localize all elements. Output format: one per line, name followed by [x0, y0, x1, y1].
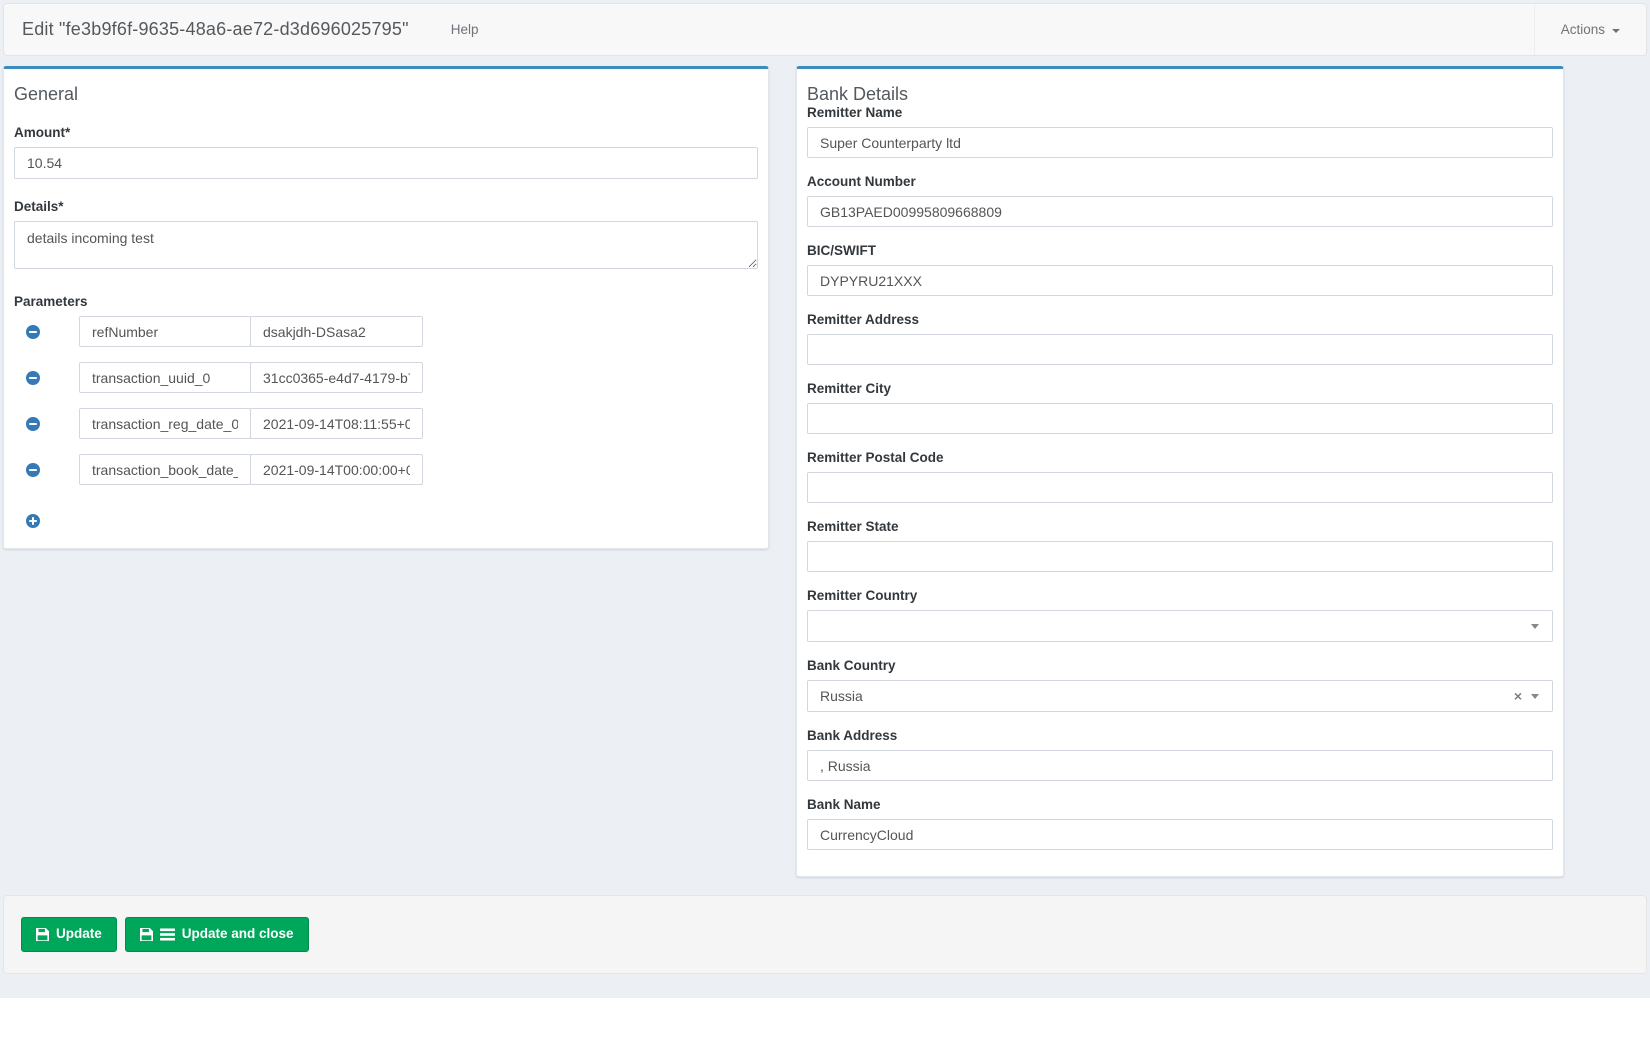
remitter-name-label: Remitter Name	[807, 105, 1553, 120]
parameter-key-input[interactable]	[79, 408, 251, 439]
update-and-close-button-label: Update and close	[182, 925, 294, 944]
remitter-postal-code-field: Remitter Postal Code	[807, 450, 1553, 503]
minus-circle-icon	[26, 419, 40, 434]
remitter-postal-code-input[interactable]	[807, 472, 1553, 503]
remove-parameter-button[interactable]	[26, 417, 40, 431]
save-icon	[36, 928, 49, 941]
bank-address-label: Bank Address	[807, 728, 1553, 743]
add-parameter-button[interactable]	[26, 514, 40, 528]
parameter-value-input[interactable]	[250, 408, 423, 439]
content-wrapper: Edit "fe3b9f6f-9635-48a6-ae72-d3d6960257…	[0, 0, 1650, 998]
account-number-input[interactable]	[807, 196, 1553, 227]
bank-details-panel: Bank Details Remitter Name Account Numbe…	[796, 66, 1564, 877]
bank-name-input[interactable]	[807, 819, 1553, 850]
remitter-city-field: Remitter City	[807, 381, 1553, 434]
update-and-close-button[interactable]: Update and close	[125, 917, 309, 952]
bank-address-field: Bank Address	[807, 728, 1553, 781]
save-icon	[140, 928, 153, 941]
details-label: Details*	[14, 199, 758, 214]
bank-country-label: Bank Country	[807, 658, 1553, 673]
bic-swift-input[interactable]	[807, 265, 1553, 296]
bank-address-input[interactable]	[807, 750, 1553, 781]
update-button[interactable]: Update	[21, 917, 117, 952]
caret-down-icon	[1531, 624, 1539, 629]
bank-details-panel-title: Bank Details	[807, 84, 1553, 105]
general-panel-title: General	[14, 84, 758, 105]
actions-label: Actions	[1561, 22, 1605, 37]
remitter-city-input[interactable]	[807, 403, 1553, 434]
details-textarea[interactable]	[14, 221, 758, 269]
parameter-key-input[interactable]	[79, 316, 251, 347]
remitter-state-input[interactable]	[807, 541, 1553, 572]
minus-circle-icon	[26, 465, 40, 480]
list-icon	[160, 928, 175, 941]
remitter-address-input[interactable]	[807, 334, 1553, 365]
remove-parameter-button[interactable]	[26, 371, 40, 385]
caret-down-icon	[1612, 29, 1620, 33]
minus-circle-icon	[26, 373, 40, 388]
parameter-value-input[interactable]	[250, 316, 423, 347]
bank-country-field: Bank Country Russia ×	[807, 658, 1553, 712]
remitter-address-label: Remitter Address	[807, 312, 1553, 327]
parameter-key-input[interactable]	[79, 454, 251, 485]
actions-dropdown[interactable]: Actions	[1534, 4, 1646, 55]
parameter-key-input[interactable]	[79, 362, 251, 393]
parameters-label: Parameters	[14, 294, 758, 309]
remitter-name-field: Remitter Name	[807, 105, 1553, 158]
bank-name-label: Bank Name	[807, 797, 1553, 812]
footer-bar: Update Update and close	[3, 895, 1647, 974]
caret-down-icon	[1531, 694, 1539, 699]
bic-swift-field: BIC/SWIFT	[807, 243, 1553, 296]
remove-parameter-button[interactable]	[26, 463, 40, 477]
remitter-postal-code-label: Remitter Postal Code	[807, 450, 1553, 465]
remitter-city-label: Remitter City	[807, 381, 1553, 396]
update-button-label: Update	[56, 925, 102, 944]
remitter-country-field: Remitter Country	[807, 588, 1553, 642]
parameter-row	[26, 408, 758, 439]
help-link[interactable]: Help	[451, 22, 479, 37]
parameter-value-input[interactable]	[250, 362, 423, 393]
bic-swift-label: BIC/SWIFT	[807, 243, 1553, 258]
plus-circle-icon	[26, 516, 40, 531]
bank-country-value: Russia	[820, 688, 863, 704]
remitter-state-label: Remitter State	[807, 519, 1553, 534]
parameter-row	[26, 362, 758, 393]
remove-parameter-button[interactable]	[26, 325, 40, 339]
bank-country-select[interactable]: Russia ×	[807, 680, 1553, 712]
main-columns: General Amount* Details* Parameters	[3, 66, 1647, 877]
parameter-row	[26, 316, 758, 347]
remitter-address-field: Remitter Address	[807, 312, 1553, 365]
amount-input[interactable]	[14, 147, 758, 179]
minus-circle-icon	[26, 327, 40, 342]
parameter-value-input[interactable]	[250, 454, 423, 485]
account-number-label: Account Number	[807, 174, 1553, 189]
general-panel: General Amount* Details* Parameters	[3, 66, 769, 549]
remitter-state-field: Remitter State	[807, 519, 1553, 572]
remitter-name-input[interactable]	[807, 127, 1553, 158]
page-header-left: Edit "fe3b9f6f-9635-48a6-ae72-d3d6960257…	[4, 4, 478, 55]
remitter-country-select[interactable]	[807, 610, 1553, 642]
page-header: Edit "fe3b9f6f-9635-48a6-ae72-d3d6960257…	[3, 3, 1647, 56]
remitter-country-label: Remitter Country	[807, 588, 1553, 603]
amount-label: Amount*	[14, 125, 758, 140]
bank-name-field: Bank Name	[807, 797, 1553, 850]
clear-selection-icon[interactable]: ×	[1514, 689, 1522, 703]
account-number-field: Account Number	[807, 174, 1553, 227]
page-title: Edit "fe3b9f6f-9635-48a6-ae72-d3d6960257…	[22, 19, 409, 40]
parameter-row	[26, 454, 758, 485]
